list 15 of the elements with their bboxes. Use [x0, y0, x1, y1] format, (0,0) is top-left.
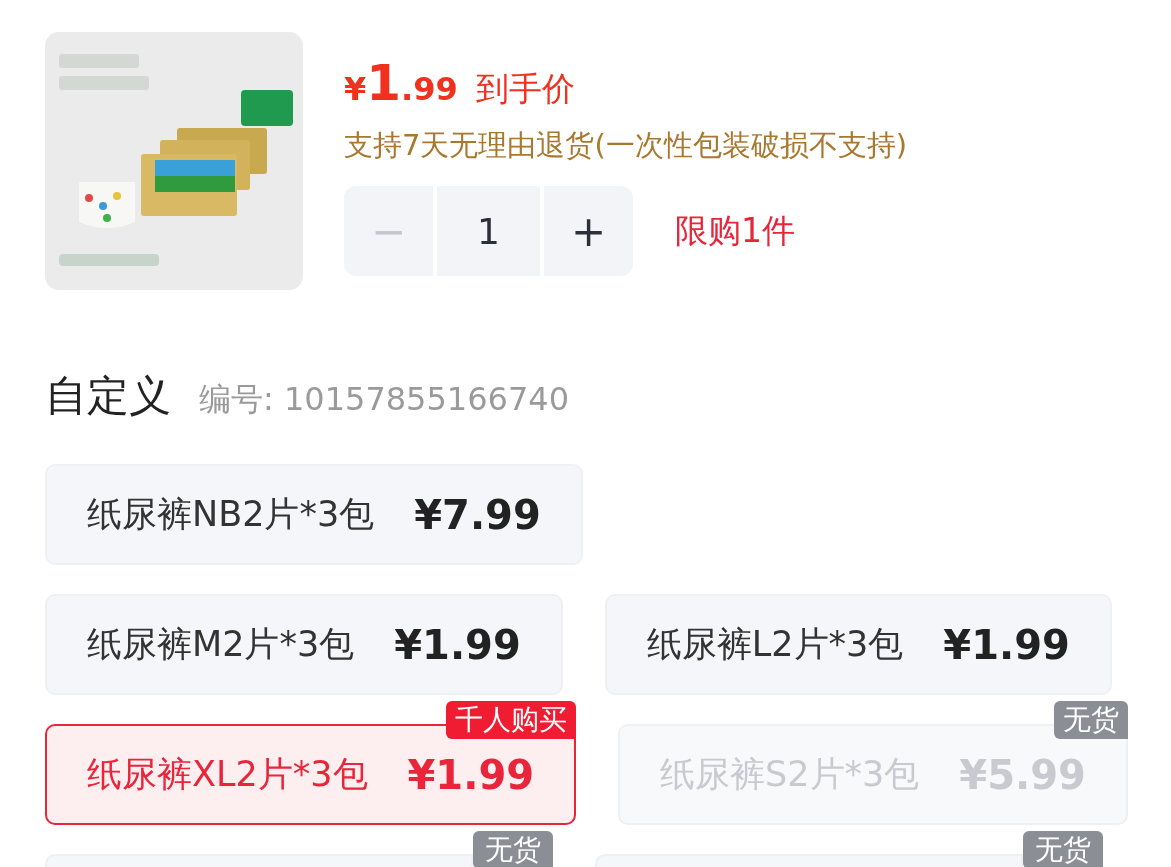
return-policy: 支持7天无理由退货(一次性包装破损不支持) [344, 127, 908, 164]
option-chip[interactable]: 纸尿裤NB2片*3包 ¥7.99 [45, 464, 583, 565]
option-chip[interactable]: 纸尿裤L2片*3包 ¥1.99 [604, 594, 1112, 695]
status-tag: 无货 [1053, 701, 1128, 739]
status-tag: 无货 [1023, 831, 1103, 867]
price-label: 到手价 [475, 68, 575, 110]
purchase-limit: 限购1件 [675, 209, 795, 252]
status-tag: 无货 [473, 831, 553, 867]
increase-button[interactable]: + [544, 186, 633, 276]
item-number: 编号: 10157855166740 [199, 379, 569, 420]
option-chip[interactable]: 纸尿裤M2片*3包 ¥1.99 [45, 594, 563, 695]
section-title: 自定义 [45, 370, 171, 422]
price: ¥1.99 [344, 54, 458, 112]
status-tag: 千人购买 [446, 701, 577, 739]
quantity-field[interactable]: 1 [437, 186, 540, 276]
